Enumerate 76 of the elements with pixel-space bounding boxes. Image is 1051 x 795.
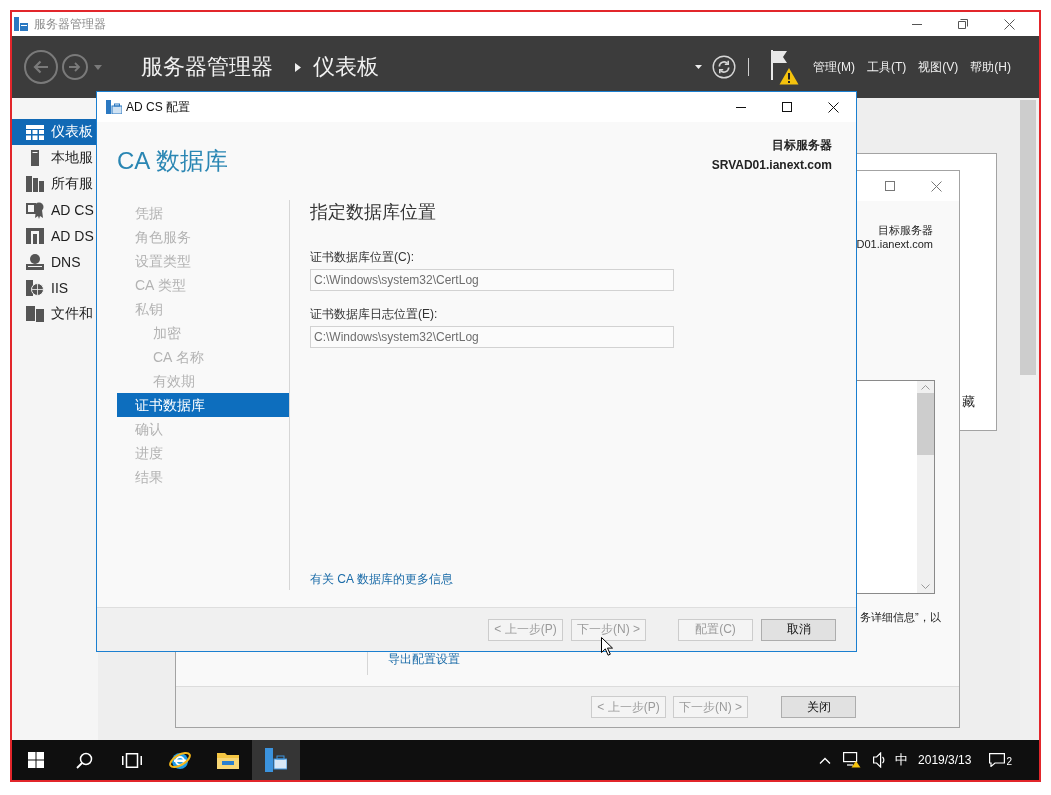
- task-view-icon: [122, 752, 142, 768]
- scrollbar[interactable]: [917, 381, 934, 593]
- sidebar-item[interactable]: 文件和: [12, 301, 98, 327]
- target-server-label: 目标服务器: [878, 223, 933, 237]
- sidebar-item[interactable]: 所有服: [12, 171, 98, 197]
- field-label: 证书数据库位置(C):: [310, 250, 415, 264]
- maximize-icon: [782, 102, 792, 112]
- refresh-icon: [712, 55, 736, 79]
- scroll-up-icon[interactable]: [921, 385, 930, 390]
- close-icon: [1003, 18, 1015, 30]
- folder-icon: [217, 751, 239, 769]
- restore-icon: [958, 19, 968, 29]
- notifications-button[interactable]: 2: [981, 753, 1020, 767]
- sidebar-item[interactable]: AD CS: [12, 197, 98, 223]
- wizard-button[interactable]: 关闭: [781, 696, 856, 718]
- page-heading: CA 数据库: [117, 146, 228, 176]
- menu-item[interactable]: 视图(V): [912, 54, 965, 80]
- start-icon: [28, 752, 44, 768]
- server-icon: [31, 150, 39, 166]
- wizard-step[interactable]: 证书数据库: [117, 393, 289, 417]
- page-title: 仪表板: [313, 53, 379, 81]
- clock-date[interactable]: 2019/3/13: [918, 753, 972, 767]
- input-method-indicator[interactable]: 中: [895, 751, 909, 769]
- caret-down-icon[interactable]: [695, 65, 702, 69]
- scroll-down-icon[interactable]: [921, 584, 930, 589]
- field-label: 证书数据库日志位置(E):: [310, 307, 439, 321]
- back-button[interactable]: [24, 50, 58, 84]
- menu-item[interactable]: 工具(T): [861, 54, 913, 80]
- menu-item[interactable]: 管理(M): [807, 54, 861, 80]
- window-title: 服务器管理器: [34, 15, 106, 33]
- target-server-name: D01.ianext.com: [856, 237, 933, 251]
- export-settings-link[interactable]: 导出配置设置: [388, 652, 460, 666]
- section-title: 指定数据库位置: [310, 201, 437, 224]
- sidebar-item[interactable]: DNS: [12, 249, 98, 275]
- wizard-button[interactable]: 取消: [761, 618, 836, 641]
- chevron-up-icon[interactable]: [819, 756, 832, 764]
- server-box-icon: [265, 748, 287, 772]
- menu-item[interactable]: 帮助(H): [964, 54, 1017, 80]
- search-icon: [75, 751, 93, 769]
- sidebar-item[interactable]: 仪表板: [12, 119, 98, 145]
- maximize-icon: [885, 181, 895, 191]
- more-info-link[interactable]: 有关 CA 数据库的更多信息: [310, 572, 453, 586]
- forward-button[interactable]: [62, 54, 88, 80]
- refresh-button[interactable]: [712, 55, 736, 79]
- breadcrumb-root[interactable]: 服务器管理器: [141, 52, 273, 82]
- arrow-right-icon: [69, 62, 81, 72]
- dialog-icon: [106, 100, 122, 114]
- sidebar-item[interactable]: AD DS: [12, 223, 98, 249]
- flag-warning-icon[interactable]: [769, 49, 799, 85]
- description-text: 务详细信息”，以: [860, 610, 942, 624]
- folders-icon: [26, 306, 44, 322]
- minimize-icon: [912, 23, 922, 25]
- building-icon: [26, 228, 44, 244]
- close-icon: [930, 180, 942, 192]
- minimize-icon: [736, 106, 746, 108]
- target-server-label: 目标服务器: [772, 137, 832, 154]
- scrollbar-thumb[interactable]: [917, 393, 934, 455]
- taskbar-button[interactable]: [252, 740, 300, 780]
- scrollbar[interactable]: [1020, 98, 1039, 740]
- network-server-icon: [26, 254, 44, 270]
- network-icon[interactable]: [843, 752, 862, 768]
- servers-icon: [26, 176, 44, 192]
- sidebar-item[interactable]: IIS: [12, 275, 98, 301]
- web-server-icon: [26, 280, 44, 296]
- dialog-title: AD CS 配置: [126, 98, 190, 116]
- sidebar-item[interactable]: 本地服: [12, 145, 98, 171]
- arrow-left-icon: [33, 60, 49, 74]
- close-icon: [827, 101, 839, 113]
- message-icon: [989, 753, 1006, 767]
- breadcrumb-separator-icon: [295, 62, 301, 72]
- volume-icon[interactable]: [873, 752, 886, 768]
- target-server-name: SRVAD01.ianext.com: [711, 157, 832, 174]
- grid-icon: [26, 124, 44, 140]
- window-text: 藏: [962, 393, 975, 411]
- certificate-icon: [26, 201, 44, 219]
- scrollbar-thumb[interactable]: [1020, 100, 1036, 375]
